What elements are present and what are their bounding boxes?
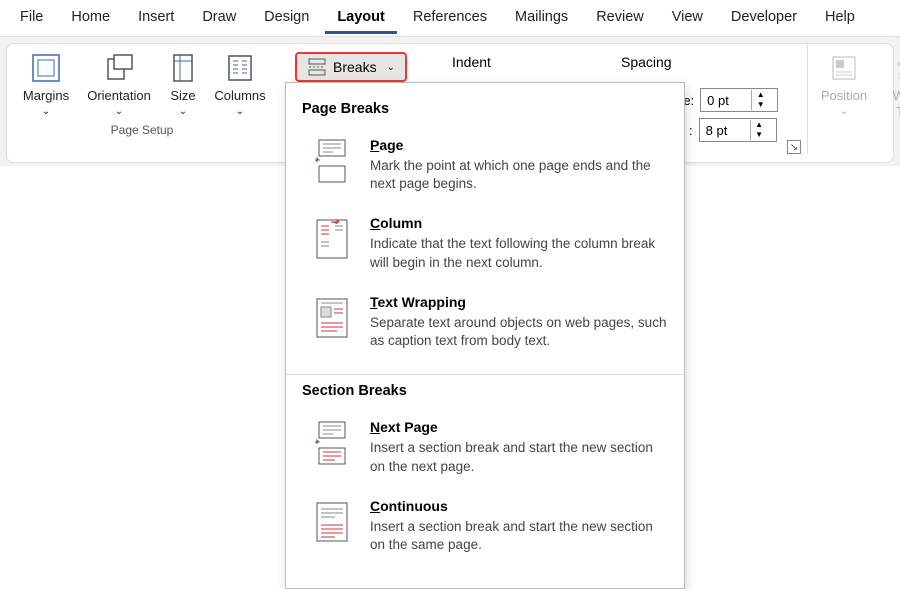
title-rest: ext Wrapping — [378, 294, 466, 310]
option-description: Indicate that the text following the col… — [370, 235, 668, 271]
tab-mailings[interactable]: Mailings — [503, 3, 580, 34]
option-description: Separate text around objects on web page… — [370, 314, 668, 350]
chevron-down-icon: ⌄ — [236, 106, 244, 117]
spacing-before-field[interactable] — [701, 91, 751, 110]
orientation-icon — [103, 52, 135, 84]
underline-letter: C — [370, 498, 380, 514]
tab-view[interactable]: View — [660, 3, 715, 34]
title-rest: olumn — [380, 215, 422, 231]
text-wrapping-break-icon — [312, 294, 352, 342]
tab-references[interactable]: References — [401, 3, 499, 34]
underline-letter: P — [370, 137, 379, 153]
wrap-text-label: Wrap Text — [883, 88, 900, 119]
position-icon — [828, 52, 860, 84]
spacing-after-field[interactable] — [700, 121, 750, 140]
underline-letter: T — [370, 294, 378, 310]
option-description: Mark the point at which one page ends an… — [370, 157, 668, 193]
paragraph-dialog-launcher[interactable]: ↘ — [787, 140, 801, 154]
title-rest: age — [379, 137, 403, 153]
spacing-after-input[interactable]: ▲▼ — [699, 118, 777, 142]
page-break-icon — [312, 137, 352, 185]
breaks-label: Breaks — [333, 59, 377, 75]
chevron-down-icon: ⌄ — [387, 62, 395, 73]
position-label: Position — [821, 88, 867, 104]
size-icon — [167, 52, 199, 84]
break-option-next-page[interactable]: Next Page Insert a section break and sta… — [302, 413, 668, 491]
tab-draw[interactable]: Draw — [190, 3, 248, 34]
tab-home[interactable]: Home — [59, 3, 122, 34]
breaks-button[interactable]: Breaks ⌄ — [295, 52, 407, 82]
column-break-icon — [312, 215, 352, 263]
spacing-after-suffix: : — [689, 123, 693, 138]
margins-icon — [30, 52, 62, 84]
tab-insert[interactable]: Insert — [126, 3, 186, 34]
group-divider — [807, 44, 808, 154]
chevron-down-icon: ⌄ — [42, 106, 50, 117]
underline-letter: C — [370, 215, 380, 231]
page-setup-group-label: Page Setup — [111, 123, 174, 137]
indent-heading: Indent — [452, 54, 491, 70]
title-rest: ontinuous — [380, 498, 448, 514]
chevron-down-icon: ⌄ — [179, 106, 187, 117]
tab-layout[interactable]: Layout — [325, 3, 397, 34]
break-option-continuous[interactable]: Continuous Insert a section break and st… — [302, 492, 668, 570]
break-option-column[interactable]: Column Indicate that the text following … — [302, 209, 668, 287]
tab-design[interactable]: Design — [252, 3, 321, 34]
section-breaks-heading: Section Breaks — [302, 383, 668, 399]
size-label: Size — [170, 88, 195, 104]
option-description: Insert a section break and start the new… — [370, 518, 668, 554]
columns-button[interactable]: Columns ⌄ — [211, 48, 269, 121]
page-breaks-heading: Page Breaks — [302, 101, 668, 117]
size-button[interactable]: Size ⌄ — [161, 48, 205, 121]
title-rest: ext Page — [380, 419, 438, 435]
breaks-dropdown: Page Breaks Page Mark the point at which… — [285, 82, 685, 589]
spin-down-icon[interactable]: ▼ — [751, 130, 768, 140]
spacing-heading: Spacing — [621, 54, 672, 70]
spin-up-icon[interactable]: ▲ — [752, 90, 769, 100]
wrap-text-button[interactable]: Wrap Text — [881, 48, 900, 123]
continuous-break-icon — [312, 498, 352, 546]
menu-tabs: File Home Insert Draw Design Layout Refe… — [0, 0, 900, 36]
orientation-label: Orientation — [87, 88, 151, 104]
spin-up-icon[interactable]: ▲ — [751, 120, 768, 130]
tab-review[interactable]: Review — [584, 3, 656, 34]
tab-help[interactable]: Help — [813, 3, 867, 34]
chevron-down-icon: ⌄ — [840, 106, 848, 117]
tab-developer[interactable]: Developer — [719, 3, 809, 34]
breaks-icon — [307, 58, 327, 76]
tab-file[interactable]: File — [8, 3, 55, 34]
spin-down-icon[interactable]: ▼ — [752, 100, 769, 110]
margins-button[interactable]: Margins ⌄ — [15, 48, 77, 121]
orientation-button[interactable]: Orientation ⌄ — [83, 48, 155, 121]
chevron-down-icon: ⌄ — [115, 106, 123, 117]
group-arrange: Position ⌄ Wrap Text — [817, 48, 900, 123]
underline-letter: N — [370, 419, 380, 435]
dropdown-divider — [286, 374, 684, 375]
columns-icon — [224, 52, 256, 84]
margins-label: Margins — [23, 88, 69, 104]
next-page-break-icon — [312, 419, 352, 467]
break-option-page[interactable]: Page Mark the point at which one page en… — [302, 131, 668, 209]
spacing-before-input[interactable]: ▲▼ — [700, 88, 778, 112]
group-page-setup: Margins ⌄ Orientation ⌄ Size ⌄ — [7, 48, 277, 137]
position-button[interactable]: Position ⌄ — [817, 48, 871, 123]
columns-label: Columns — [214, 88, 265, 104]
option-description: Insert a section break and start the new… — [370, 439, 668, 475]
break-option-text-wrapping[interactable]: Text Wrapping Separate text around objec… — [302, 288, 668, 366]
wrap-text-icon — [892, 52, 900, 84]
